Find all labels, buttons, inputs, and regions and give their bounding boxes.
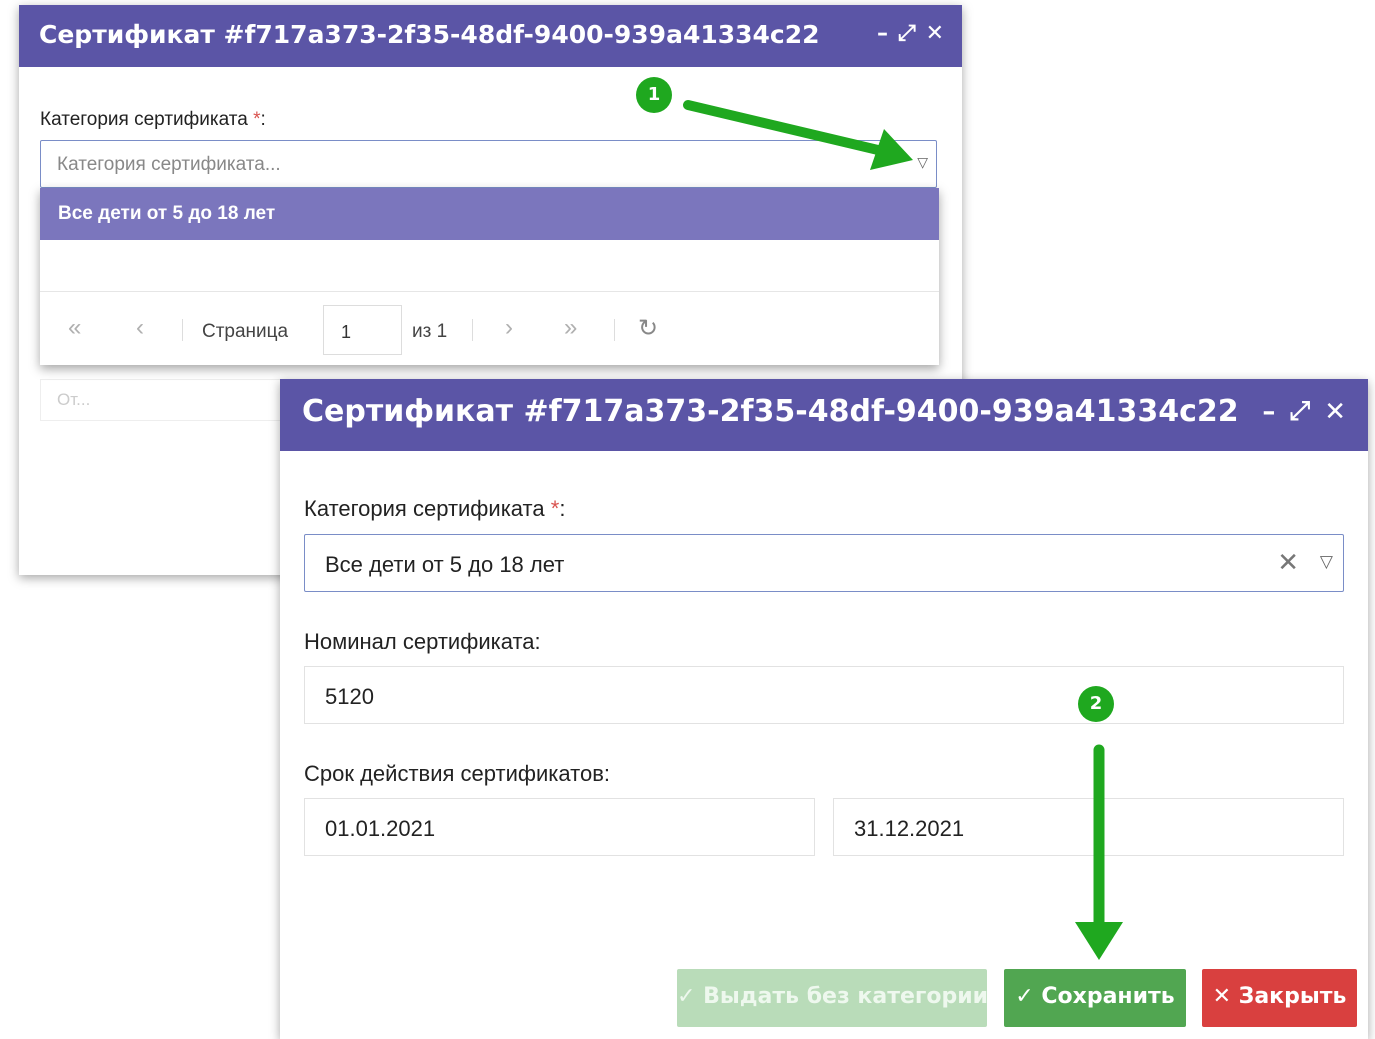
window-controls: – ⤢ ✕ (1262, 396, 1346, 427)
dialog-title: Сертификат #f717a373-2f35-48df-9400-939a… (302, 394, 1239, 429)
window-controls: – ⤢ ✕ (877, 21, 944, 46)
date-from-input[interactable]: 01.01.2021 (304, 798, 815, 856)
category-placeholder: Категория сертификата... (57, 154, 281, 175)
certificate-dialog-front: Сертификат #f717a373-2f35-48df-9400-939a… (280, 379, 1368, 1039)
dialog-titlebar[interactable]: Сертификат #f717a373-2f35-48df-9400-939a… (19, 5, 962, 67)
dropdown-caret-icon[interactable]: ▽ (1320, 552, 1333, 572)
date-to-input[interactable]: 31.12.2021 (833, 798, 1344, 856)
category-dropdown-list: Все дети от 5 до 18 лет « ‹ Страница 1 и… (40, 188, 939, 365)
save-button[interactable]: ✓ Сохранить (1004, 969, 1186, 1027)
pagination-toolbar: « ‹ Страница 1 из 1 › » ↻ (40, 291, 939, 366)
nominal-label: Номинал сертификата: (304, 629, 541, 654)
close-button[interactable]: ✕ Закрыть (1202, 969, 1357, 1027)
nominal-input[interactable]: 5120 (304, 666, 1344, 724)
dropdown-caret-icon[interactable]: ▽ (917, 154, 928, 171)
dialog-titlebar[interactable]: Сертификат #f717a373-2f35-48df-9400-939a… (280, 379, 1368, 451)
dropdown-option[interactable]: Все дети от 5 до 18 лет (40, 188, 939, 240)
category-label: Категория сертификата *: (304, 496, 566, 521)
next-page-icon[interactable]: › (505, 314, 513, 342)
step-1-badge: 1 (636, 77, 672, 113)
category-combobox[interactable]: Все дети от 5 до 18 лет ✕ ▽ (304, 534, 1344, 592)
step-2-badge: 2 (1078, 686, 1114, 722)
minimize-icon[interactable]: – (1262, 397, 1275, 427)
category-label: Категория сертификата *: (40, 109, 266, 130)
dialog-title: Сертификат #f717a373-2f35-48df-9400-939a… (39, 20, 820, 49)
date-from-placeholder: От... (57, 390, 91, 409)
date-to-value: 31.12.2021 (854, 816, 965, 841)
close-icon[interactable]: ✕ (1324, 397, 1346, 427)
refresh-icon[interactable]: ↻ (638, 314, 658, 343)
required-mark: * (253, 109, 261, 130)
issue-without-category-button[interactable]: ✓ Выдать без категории (677, 969, 988, 1027)
page-count-label: из 1 (412, 321, 448, 342)
pager-separator (182, 319, 183, 341)
close-icon[interactable]: ✕ (926, 21, 944, 46)
clear-icon[interactable]: ✕ (1277, 547, 1299, 578)
first-page-icon[interactable]: « (68, 314, 81, 342)
page-number-input[interactable]: 1 (323, 305, 402, 355)
minimize-icon[interactable]: – (877, 21, 888, 46)
pager-separator (472, 319, 473, 341)
date-from-value: 01.01.2021 (325, 816, 436, 841)
maximize-icon[interactable]: ⤢ (1289, 396, 1310, 427)
pager-separator (614, 319, 615, 341)
page-label: Страница (202, 321, 289, 342)
period-label: Срок действия сертификатов: (304, 761, 611, 786)
prev-page-icon[interactable]: ‹ (136, 314, 144, 342)
category-value: Все дети от 5 до 18 лет (325, 552, 565, 577)
nominal-value: 5120 (325, 684, 374, 709)
last-page-icon[interactable]: » (564, 314, 577, 342)
maximize-icon[interactable]: ⤢ (898, 21, 916, 46)
category-combobox[interactable]: Категория сертификата... ▽ (40, 140, 937, 188)
